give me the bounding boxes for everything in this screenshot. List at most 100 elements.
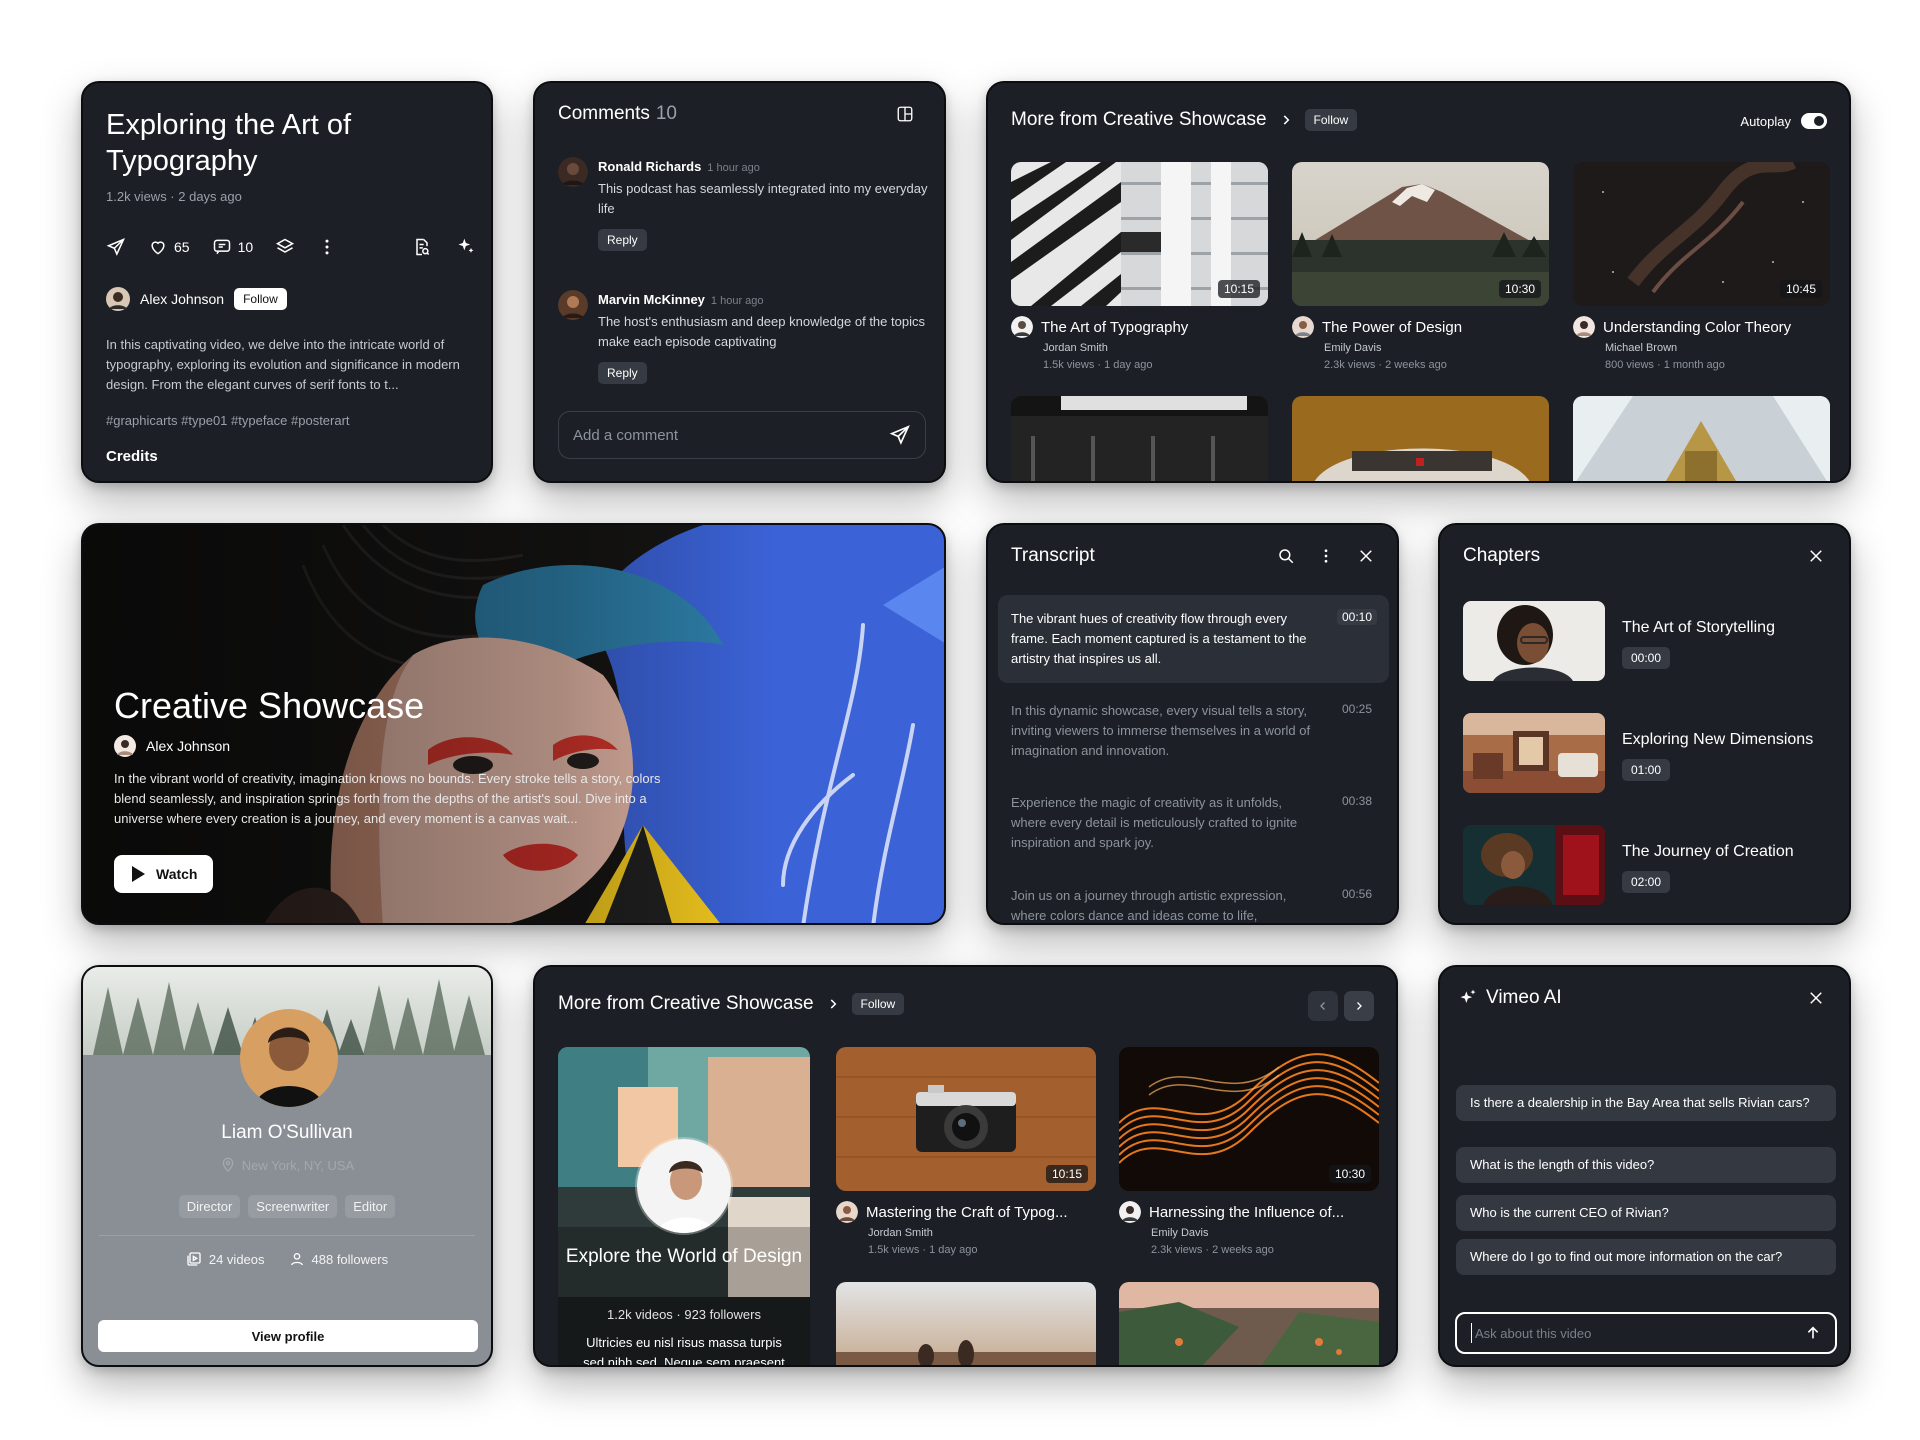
hero-author-name[interactable]: Alex Johnson [146,738,230,754]
sparkle-icon[interactable] [456,237,476,257]
featured-channel-card[interactable]: Explore the World of Design 1.2k videos … [558,1047,810,1365]
video-channel[interactable]: Jordan Smith [868,1227,933,1239]
avatar[interactable] [1011,316,1033,338]
ai-suggestion[interactable]: Is there a dealership in the Bay Area th… [1456,1085,1836,1121]
panel-layout-icon[interactable] [896,105,914,123]
chapter-thumbnail[interactable] [1463,713,1605,793]
video-thumbnail[interactable]: 10:30 [1292,162,1549,306]
avatar[interactable] [558,290,588,320]
reply-button[interactable]: Reply [598,362,647,384]
previous-button[interactable] [1308,991,1338,1021]
chapter-thumbnail[interactable] [1463,601,1605,681]
more-title[interactable]: More from Creative Showcase [1011,109,1267,131]
chapter-item[interactable]: The Art of Storytelling 00:00 [1463,601,1833,681]
avatar[interactable] [1119,1201,1141,1223]
ai-suggestion[interactable]: What is the length of this video? [1456,1147,1836,1183]
video-card[interactable]: 10:30 The Power of Design Emily Davis 2.… [1292,162,1549,371]
video-card[interactable]: 10:15 The Art of Typography Jordan Smith… [1011,162,1268,371]
video-title[interactable]: Harnessing the Influence of... [1149,1204,1344,1221]
chapter-thumbnail[interactable] [1463,825,1605,905]
video-thumbnail[interactable] [1573,396,1830,481]
transcript-timestamp[interactable]: 00:10 [1336,609,1377,625]
like-button[interactable]: 65 [148,237,190,257]
ai-question-input[interactable]: Ask about this video [1455,1312,1837,1354]
video-title[interactable]: The Art of Typography [1041,319,1188,336]
follow-button[interactable]: Follow [234,288,287,310]
autoplay-toggle[interactable] [1801,113,1827,129]
video-thumbnail[interactable] [1011,396,1268,481]
chapter-title[interactable]: The Journey of Creation [1622,843,1794,861]
close-icon[interactable] [1807,989,1825,1007]
chapter-title[interactable]: The Art of Storytelling [1622,619,1775,637]
video-channel[interactable]: Emily Davis [1324,342,1381,354]
avatar[interactable] [558,157,588,187]
collections-button[interactable] [275,237,295,257]
more-title[interactable]: More from Creative Showcase [558,993,814,1015]
video-card[interactable]: 10:15 Mastering the Craft of Typog... Jo… [836,1047,1096,1256]
hero-author-row: Alex Johnson [114,735,230,757]
video-card[interactable]: 10:45 Understanding Color Theory Michael… [1573,162,1830,371]
author-name[interactable]: Alex Johnson [140,291,224,307]
follow-button[interactable]: Follow [851,993,905,1015]
avatar[interactable] [1292,316,1314,338]
reply-button[interactable]: Reply [598,229,647,251]
comments-button[interactable]: 10 [212,237,253,257]
transcript-icon[interactable] [412,237,432,257]
comment-author[interactable]: Ronald Richards [598,159,701,174]
video-thumbnail[interactable]: 10:45 [1573,162,1830,306]
share-button[interactable] [106,237,126,257]
chapter-title[interactable]: Exploring New Dimensions [1622,731,1813,749]
video-thumbnail[interactable]: 10:15 [1011,162,1268,306]
video-card[interactable]: 10:30 Harnessing the Influence of... Emi… [1119,1047,1379,1256]
chapter-item[interactable]: Exploring New Dimensions 01:00 [1463,713,1833,793]
ai-suggestion[interactable]: Who is the current CEO of Rivian? [1456,1195,1836,1231]
send-icon[interactable] [889,424,911,446]
close-icon[interactable] [1357,547,1375,565]
comment-text: This podcast has seamlessly integrated i… [598,181,928,216]
chevron-right-icon[interactable] [826,997,840,1011]
avatar[interactable] [635,1137,733,1235]
close-icon[interactable] [1807,547,1825,565]
avatar[interactable] [114,735,136,757]
video-thumbnail[interactable] [1119,1282,1379,1365]
video-duration: 10:30 [1328,1165,1371,1183]
transcript-segment[interactable]: Join us on a journey through artistic ex… [998,872,1389,923]
ai-suggestion[interactable]: Where do I go to find out more informati… [1456,1239,1836,1275]
video-channel[interactable]: Jordan Smith [1043,342,1108,354]
featured-title[interactable]: Explore the World of Design [558,1243,810,1271]
more-vertical-icon[interactable] [1317,547,1335,565]
video-title[interactable]: Understanding Color Theory [1603,319,1791,336]
chevron-right-icon[interactable] [1279,113,1293,127]
avatar[interactable] [836,1201,858,1223]
video-title[interactable]: Mastering the Craft of Typog... [866,1204,1068,1221]
avatar[interactable] [1573,316,1595,338]
follow-button[interactable]: Follow [1304,109,1358,131]
view-profile-button[interactable]: View profile [98,1320,478,1352]
avatar[interactable] [240,1009,338,1107]
video-title[interactable]: The Power of Design [1322,319,1462,336]
comment-input[interactable]: Add a comment [558,411,926,459]
video-thumbnail[interactable] [1292,396,1549,481]
chapter-item[interactable]: The Journey of Creation 02:00 [1463,825,1833,905]
transcript-timestamp[interactable]: 00:56 [1337,886,1377,902]
video-thumbnail[interactable]: 10:30 [1119,1047,1379,1191]
arrow-up-icon[interactable] [1805,1325,1821,1341]
next-button[interactable] [1344,991,1374,1021]
more-button[interactable] [317,237,337,257]
avatar[interactable] [106,287,130,311]
comment-author[interactable]: Marvin McKinney [598,292,705,307]
transcript-segment[interactable]: The vibrant hues of creativity flow thro… [998,595,1389,683]
video-channel[interactable]: Michael Brown [1605,342,1677,354]
video-tags[interactable]: #graphicarts #type01 #typeface #posterar… [106,413,350,428]
watch-button[interactable]: Watch [114,855,214,893]
transcript-segment[interactable]: Experience the magic of creativity as it… [998,779,1389,867]
search-icon[interactable] [1277,547,1295,565]
comment-icon [213,239,230,255]
credits-link[interactable]: Credits [106,448,158,465]
transcript-timestamp[interactable]: 00:25 [1337,701,1377,717]
transcript-segment[interactable]: In this dynamic showcase, every visual t… [998,687,1389,775]
video-channel[interactable]: Emily Davis [1151,1227,1208,1239]
video-thumbnail[interactable] [836,1282,1096,1365]
video-thumbnail[interactable]: 10:15 [836,1047,1096,1191]
transcript-timestamp[interactable]: 00:38 [1337,793,1377,809]
